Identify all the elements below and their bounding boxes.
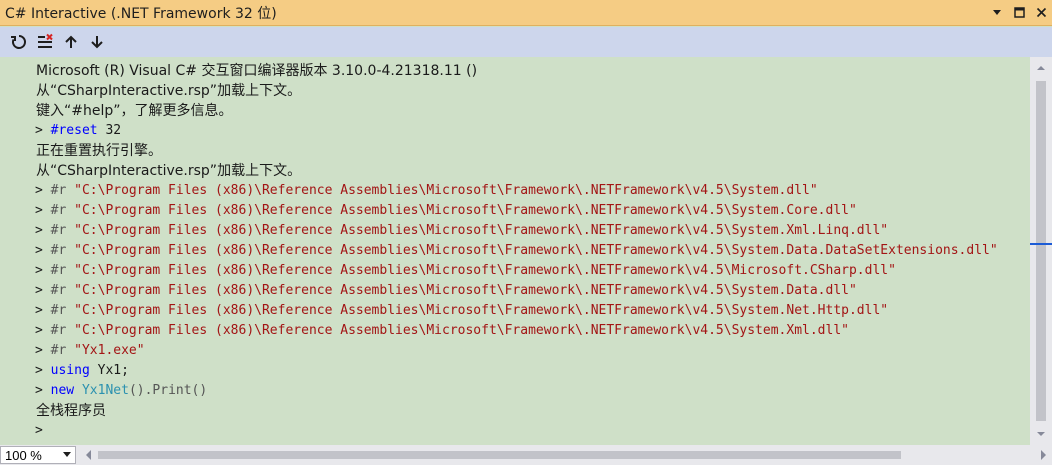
scroll-right-icon[interactable] [1040, 450, 1048, 460]
prompt-glyph: > [35, 243, 43, 258]
r-directive: #r [50, 203, 67, 218]
clear-icon[interactable] [34, 31, 56, 53]
reference-path: "C:\Program Files (x86)\Reference Assemb… [74, 283, 857, 298]
reset-argument: 32 [97, 123, 122, 138]
interactive-toolbar [0, 27, 1052, 57]
call-line: > new Yx1Net().Print() [35, 381, 998, 401]
vertical-scrollbar[interactable] [1030, 57, 1052, 445]
reference-path: "C:\Program Files (x86)\Reference Assemb… [74, 183, 818, 198]
reference-path: "C:\Program Files (x86)\Reference Assemb… [74, 303, 889, 318]
method-call: ().Print() [128, 383, 208, 398]
title-bar: C# Interactive (.NET Framework 32 位) [0, 0, 1052, 26]
prompt-glyph: > [35, 363, 43, 378]
r-directive: #r [50, 263, 67, 278]
reset-command-line: > #reset 32 [35, 121, 998, 141]
scroll-down-icon[interactable] [1036, 429, 1046, 439]
context-line: 从“CSharpInteractive.rsp”加载上下文。 [36, 83, 302, 99]
resetting-line: 正在重置执行引擎。 [36, 143, 162, 159]
reset-icon[interactable] [8, 31, 30, 53]
horizontal-scrollbar[interactable] [80, 446, 1052, 464]
help-hint-line: 键入“#help”，了解更多信息。 [36, 103, 233, 119]
prompt-glyph: > [35, 183, 43, 198]
result-line: 全栈程序员 [36, 403, 106, 419]
reference-path: "C:\Program Files (x86)\Reference Assemb… [74, 223, 889, 238]
prompt-glyph: > [35, 303, 43, 318]
history-down-icon[interactable] [86, 31, 108, 53]
chevron-down-icon [63, 452, 71, 457]
horizontal-scroll-thumb[interactable] [98, 451, 901, 459]
reference-line: > #r "C:\Program Files (x86)\Reference A… [35, 321, 998, 341]
repl-output[interactable]: Microsoft (R) Visual C# 交互窗口编译器版本 3.10.0… [0, 57, 1030, 445]
prompt-glyph: > [35, 263, 43, 278]
r-directive: #r [50, 323, 67, 338]
reference-line: > #r "C:\Program Files (x86)\Reference A… [35, 261, 998, 281]
using-namespace: Yx1; [89, 363, 129, 378]
prompt-glyph: > [35, 123, 43, 138]
reference-line: > #r "C:\Program Files (x86)\Reference A… [35, 281, 998, 301]
window-position-dropdown-icon[interactable] [986, 2, 1008, 24]
exe-reference-line: > #r "Yx1.exe" [35, 341, 998, 361]
context-line-2: 从“CSharpInteractive.rsp”加载上下文。 [36, 163, 302, 179]
new-keyword: new [50, 383, 75, 398]
vertical-scroll-thumb[interactable] [1036, 81, 1046, 421]
r-directive: #r [50, 223, 67, 238]
reference-line: > #r "C:\Program Files (x86)\Reference A… [35, 301, 998, 321]
zoom-value: 100 % [5, 447, 42, 463]
history-up-icon[interactable] [60, 31, 82, 53]
reference-path: "C:\Program Files (x86)\Reference Assemb… [74, 203, 857, 218]
maximize-icon[interactable] [1008, 2, 1030, 24]
bottom-bar: 100 % [0, 445, 1052, 465]
caret-position-marker [1030, 243, 1052, 245]
prompt-glyph: > [35, 323, 43, 338]
input-prompt[interactable]: > [35, 423, 43, 438]
reference-line: > #r "C:\Program Files (x86)\Reference A… [35, 201, 998, 221]
reset-directive: #reset [50, 123, 98, 138]
reference-line: > #r "C:\Program Files (x86)\Reference A… [35, 181, 998, 201]
reference-path: "C:\Program Files (x86)\Reference Assemb… [74, 323, 849, 338]
r-directive: #r [50, 243, 67, 258]
prompt-glyph: > [35, 283, 43, 298]
reference-path: "C:\Program Files (x86)\Reference Assemb… [74, 243, 998, 258]
r-directive: #r [50, 283, 67, 298]
class-name: Yx1Net [81, 383, 129, 398]
reference-path: "C:\Program Files (x86)\Reference Assemb… [74, 263, 896, 278]
r-directive: #r [50, 343, 67, 358]
prompt-glyph: > [35, 343, 43, 358]
banner-line: Microsoft (R) Visual C# 交互窗口编译器版本 3.10.0… [36, 61, 998, 81]
reference-line: > #r "C:\Program Files (x86)\Reference A… [35, 221, 998, 241]
banner-text: Microsoft (R) Visual C# 交互窗口编译器版本 3.10.0… [36, 63, 478, 79]
input-prompt-line[interactable]: > [35, 421, 998, 441]
reference-line: > #r "C:\Program Files (x86)\Reference A… [35, 241, 998, 261]
prompt-glyph: > [35, 383, 43, 398]
scroll-up-icon[interactable] [1036, 63, 1046, 73]
exe-reference-path: "Yx1.exe" [74, 343, 145, 358]
prompt-glyph: > [35, 203, 43, 218]
r-directive: #r [50, 183, 67, 198]
prompt-glyph: > [35, 223, 43, 238]
scroll-left-icon[interactable] [84, 450, 92, 460]
r-directive: #r [50, 303, 67, 318]
using-line: > using Yx1; [35, 361, 998, 381]
using-keyword: using [50, 363, 90, 378]
window-title: C# Interactive (.NET Framework 32 位) [5, 5, 277, 22]
zoom-select[interactable]: 100 % [0, 446, 76, 464]
close-icon[interactable] [1030, 2, 1052, 24]
